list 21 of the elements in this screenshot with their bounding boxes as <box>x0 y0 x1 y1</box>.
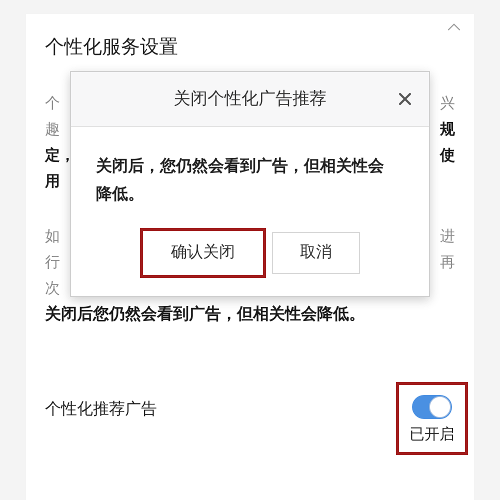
paragraph-fragment: 兴 <box>440 94 455 114</box>
setting-label: 个性化推荐广告 <box>45 400 157 420</box>
toggle-switch[interactable] <box>412 395 452 419</box>
section-title: 个性化服务设置 <box>45 36 178 60</box>
dialog-title: 关闭个性化广告推荐 <box>174 88 326 110</box>
paragraph-fragment: 如 <box>45 227 60 247</box>
paragraph-fragment: 趣 <box>45 120 60 140</box>
dialog-message: 关闭后，您仍然会看到广告，但相关性会降低。 <box>96 156 385 205</box>
paragraph-fragment: 用 <box>45 172 60 192</box>
notice-text: 关闭后您仍然会看到广告，但相关性会降低。 <box>45 304 366 325</box>
cancel-button[interactable]: 取消 <box>272 232 360 274</box>
status-text: 已开启 <box>410 425 454 445</box>
paragraph-fragment: 次 <box>45 279 60 299</box>
paragraph-fragment: 行 <box>45 253 60 273</box>
paragraph-fragment: 个 <box>45 94 60 114</box>
paragraph-fragment: 定， <box>45 146 75 166</box>
paragraph-fragment: 再 <box>440 253 455 273</box>
paragraph-fragment: 使 <box>440 146 455 166</box>
paragraph-fragment: 规 <box>440 120 455 140</box>
paragraph-fragment: 进 <box>440 227 455 247</box>
confirm-button[interactable]: 确认关闭 <box>140 228 266 278</box>
